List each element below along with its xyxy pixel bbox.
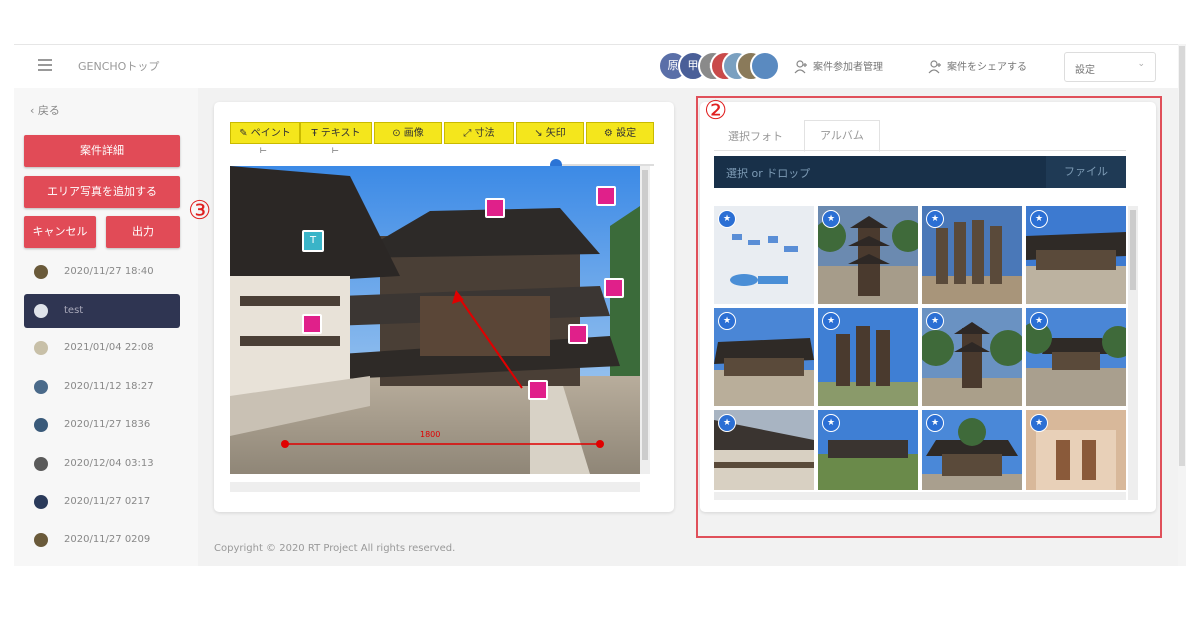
history-item-active[interactable]: test — [24, 294, 180, 328]
image-tool-button[interactable]: ⊙ 画像 — [374, 122, 442, 144]
top-bar: GENCHOトップ 原 甲 山 案件参加者管理 案件をシェアする 設定 ⌄ — [14, 44, 1178, 90]
history-thumbnail — [34, 533, 48, 547]
photo-canvas[interactable]: 1800 T — [230, 166, 640, 474]
tool-cursor-marker: ⊢ — [332, 146, 339, 155]
history-item[interactable]: 2020/11/27 18:40 — [24, 257, 180, 287]
tool-label: 寸法 — [474, 128, 495, 139]
add-user-icon — [794, 60, 807, 74]
photo-editor-card: ✎ ペイント Ŧ テキスト ⊙ 画像 ⤢ 寸法 ↘ 矢印 ⚙ 設定 ⊢ ⊢ 18… — [214, 102, 674, 512]
settings-select[interactable]: 設定 ⌄ — [1064, 52, 1156, 82]
history-label: 2020/11/12 18:27 — [64, 381, 154, 392]
history-thumbnail — [34, 265, 48, 279]
text-tool-button[interactable]: Ŧ テキスト — [300, 122, 372, 144]
arrow-icon: ↘ — [534, 128, 546, 139]
annotation-number-3: ③ — [188, 196, 212, 226]
participants-label: 案件参加者管理 — [813, 62, 883, 73]
temple-photo[interactable] — [230, 166, 640, 474]
history-thumbnail — [34, 495, 48, 509]
history-item[interactable]: 2021/01/04 22:08 — [24, 333, 180, 363]
history-thumbnail — [34, 341, 48, 355]
back-label: 戻る — [37, 104, 60, 117]
add-user-icon — [928, 60, 941, 74]
text-icon: Ŧ — [311, 128, 321, 139]
participant-avatars[interactable]: 原 甲 山 — [642, 51, 780, 81]
camera-icon: ⊙ — [392, 128, 404, 139]
paint-tool-button[interactable]: ✎ ペイント — [230, 122, 300, 144]
history-label: 2021/01/04 22:08 — [64, 342, 154, 353]
image-marker-icon[interactable] — [528, 380, 548, 400]
annotation-number-2: ② — [704, 96, 728, 126]
history-item[interactable]: 2020/11/12 18:27 — [24, 372, 180, 402]
page-scrollbar[interactable] — [1178, 44, 1186, 566]
history-label: 2020/11/27 18:40 — [64, 266, 154, 277]
vertical-scrollbar[interactable] — [640, 166, 650, 474]
tool-label: 設定 — [616, 128, 637, 139]
gear-icon: ⚙ — [603, 128, 617, 139]
history-thumbnail — [34, 457, 48, 471]
participants-button[interactable]: 案件参加者管理 — [794, 58, 883, 74]
resize-icon: ⤢ — [463, 128, 475, 139]
hamburger-menu-icon[interactable] — [38, 59, 52, 71]
tool-label: テキスト — [320, 128, 361, 139]
history-thumbnail — [34, 304, 48, 318]
history-label: 2020/11/27 0217 — [64, 496, 151, 507]
case-detail-button[interactable]: 案件詳細 — [24, 135, 180, 167]
image-marker-icon[interactable] — [568, 324, 588, 344]
history-item[interactable]: 2020/12/04 03:13 — [24, 449, 180, 479]
share-label: 案件をシェアする — [947, 62, 1027, 73]
add-area-photo-button[interactable]: エリア写真を追加する — [24, 176, 180, 208]
chevron-left-icon: ‹ — [30, 104, 38, 117]
text-marker-icon[interactable]: T — [302, 230, 324, 252]
arrow-tool-button[interactable]: ↘ 矢印 — [516, 122, 584, 144]
chevron-down-icon: ⌄ — [1137, 59, 1145, 69]
history-label: 2020/11/27 0209 — [64, 534, 151, 545]
history-label: 2020/11/27 1836 — [64, 419, 151, 430]
image-marker-icon[interactable] — [302, 314, 322, 334]
app-title[interactable]: GENCHOトップ — [78, 58, 159, 74]
history-thumbnail — [34, 380, 48, 394]
tool-label: ペイント — [250, 128, 291, 139]
copyright-text: Copyright © 2020 RT Project All rights r… — [214, 543, 456, 554]
image-marker-icon[interactable] — [485, 198, 505, 218]
dimension-tool-button[interactable]: ⤢ 寸法 — [444, 122, 514, 144]
dimension-label[interactable]: 1800 — [420, 430, 440, 439]
sidebar: ‹ 戻る 案件詳細 エリア写真を追加する キャンセル 出力 2020/11/27… — [14, 88, 198, 566]
image-marker-icon[interactable] — [604, 278, 624, 298]
history-item[interactable]: 2020/11/27 0217 — [24, 487, 180, 517]
tool-label: 矢印 — [545, 128, 566, 139]
share-button[interactable]: 案件をシェアする — [928, 58, 1027, 74]
avatar[interactable] — [750, 51, 780, 81]
highlight-frame — [696, 96, 1162, 538]
pencil-icon: ✎ — [239, 128, 251, 139]
back-link[interactable]: ‹ 戻る — [30, 102, 60, 118]
cancel-button[interactable]: キャンセル — [24, 216, 96, 248]
history-label: test — [64, 305, 84, 316]
output-button[interactable]: 出力 — [106, 216, 180, 248]
history-thumbnail — [34, 418, 48, 432]
horizontal-scrollbar[interactable] — [230, 482, 640, 492]
history-label: 2020/12/04 03:13 — [64, 458, 154, 469]
settings-value: 設定 — [1075, 65, 1095, 76]
settings-tool-button[interactable]: ⚙ 設定 — [586, 122, 654, 144]
editor-toolbar: ✎ ペイント Ŧ テキスト ⊙ 画像 ⤢ 寸法 ↘ 矢印 ⚙ 設定 — [230, 122, 654, 146]
image-marker-icon[interactable] — [596, 186, 616, 206]
history-item[interactable]: 2020/11/27 0209 — [24, 525, 180, 555]
tool-label: 画像 — [403, 128, 424, 139]
tool-cursor-marker: ⊢ — [260, 146, 267, 155]
history-item[interactable]: 2020/11/27 1836 — [24, 410, 180, 440]
